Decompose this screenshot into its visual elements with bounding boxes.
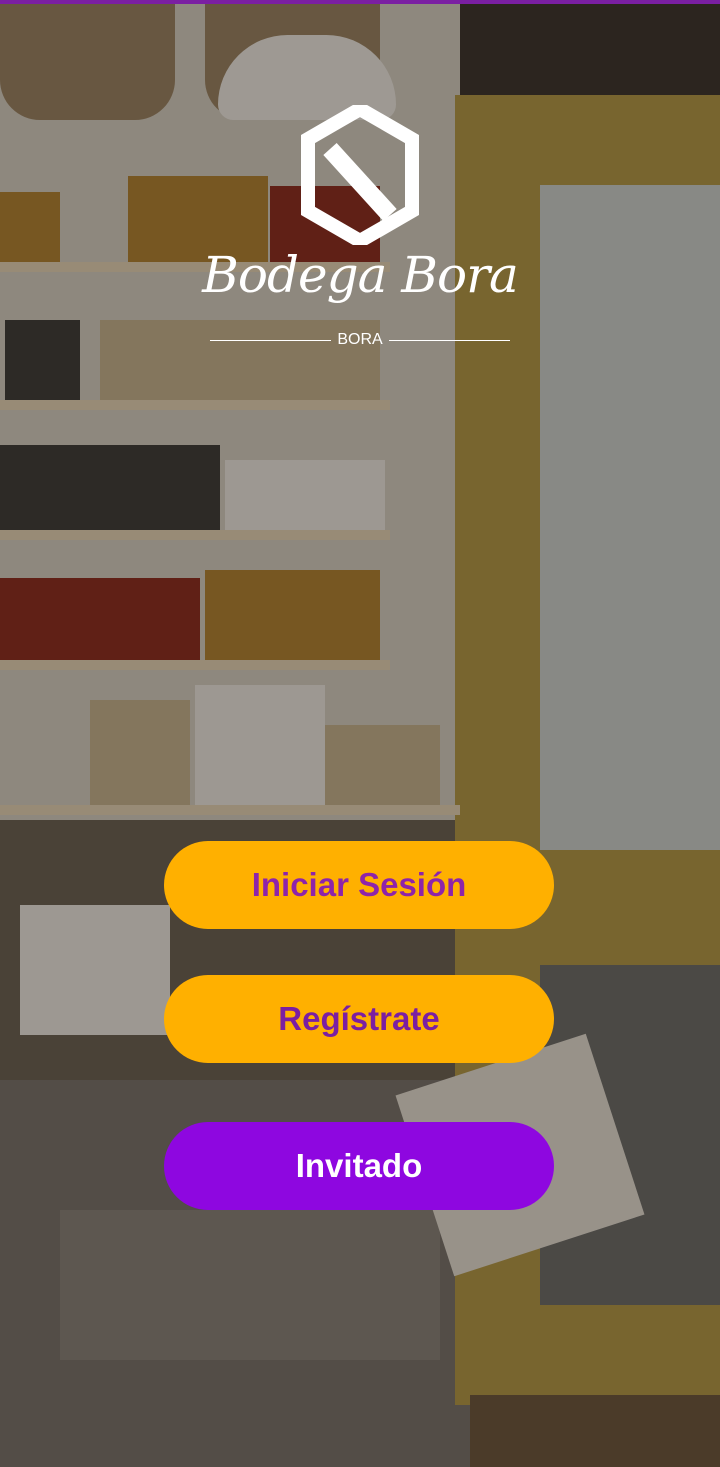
brand-wordmark: Bodega Bora xyxy=(202,246,519,304)
brand-subtitle-text: BORA xyxy=(337,331,383,348)
guest-button[interactable]: Invitado xyxy=(164,1122,554,1210)
login-button[interactable]: Iniciar Sesión xyxy=(164,841,554,929)
register-button[interactable]: Regístrate xyxy=(164,975,554,1063)
top-accent-bar xyxy=(0,0,720,4)
brand-logo: Bodega Bora BORA xyxy=(180,105,540,365)
brand-subtitle: BORA xyxy=(210,327,510,353)
hexagon-logo-icon xyxy=(301,105,419,245)
